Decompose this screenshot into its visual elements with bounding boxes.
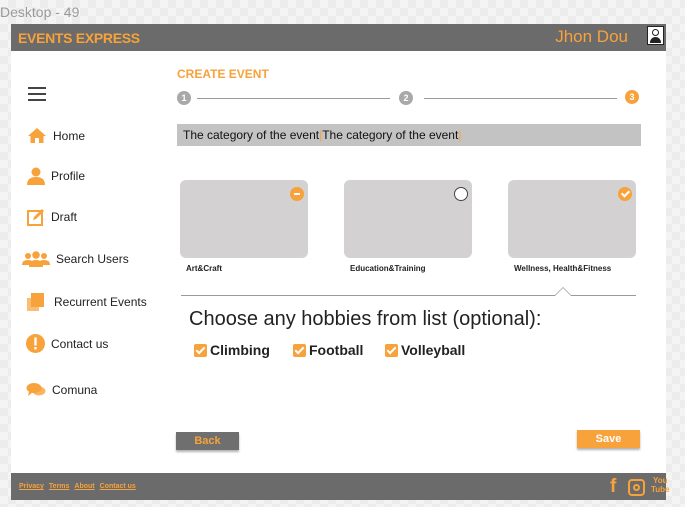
footer: Privacy Terms About Contact us f You Tub… [11,473,670,500]
sidebar-item-label: Home [53,128,86,143]
hobby-label: Climbing [210,342,270,358]
about-link[interactable]: About [74,483,94,490]
avatar-head-icon [652,29,659,36]
sidebar-item-comuna[interactable]: Comuna [26,382,97,398]
chat-icon [26,383,46,396]
step-1[interactable]: 1 [177,91,191,105]
sidebar-item-search-users[interactable]: Search Users [22,251,129,267]
footer-links: Privacy Terms About Contact us [19,483,136,490]
sidebar-item-label: Profile [51,169,86,183]
sidebar-item-label: Search Users [56,252,129,266]
pointer-notch [554,287,572,296]
copy-icon [27,293,44,311]
youtube-icon[interactable]: You Tube [651,476,670,494]
sidebar-item-label: Contact us [51,336,109,351]
avatar-body-icon [650,37,661,43]
category-text: The category of the event|The category o… [183,128,462,142]
category-label: Art&Craft [186,264,222,273]
menu-icon[interactable] [28,87,46,101]
hobby-checkbox-volleyball[interactable]: Volleyball [385,342,465,358]
category-label: Wellness, Health&Fitness [514,264,612,273]
category-card-art-craft[interactable] [180,180,308,258]
instagram-icon[interactable] [628,479,645,496]
sidebar-item-label: Recurrent Events [54,295,147,309]
draft-icon [27,209,44,226]
checkbox-checked-icon[interactable] [293,343,306,357]
alert-icon [26,334,45,353]
brand-logo[interactable]: EVENTS EXPRESS [18,30,140,46]
home-icon [28,128,46,143]
step-connector [197,98,390,99]
sidebar-item-recurrent-events[interactable]: Recurrent Events [26,292,147,312]
sidebar-item-profile[interactable]: Profile [27,167,85,185]
category-label: Education&Training [350,264,426,273]
back-button[interactable]: Back [176,432,239,450]
step-3[interactable]: 3 [625,90,639,104]
sidebar-item-draft[interactable]: Draft [27,208,77,226]
hobbies-title: Choose any hobbies from list (optional): [189,308,542,330]
hobby-label: Volleyball [401,342,466,358]
save-button[interactable]: Save [577,430,640,448]
users-icon [22,251,50,267]
facebook-icon[interactable]: f [610,476,616,498]
app-canvas: EVENTS EXPRESS Jhon Dou Home Profile Dra… [11,24,670,500]
hobby-checkbox-football[interactable]: Football [293,342,363,358]
hobby-checkbox-climbing[interactable]: Climbing [194,342,270,358]
check-icon[interactable] [618,187,632,201]
profile-icon [27,167,45,185]
category-card-education-training[interactable] [344,180,472,258]
contact-us-link[interactable]: Contact us [100,483,136,490]
radio-empty-icon[interactable] [454,187,468,201]
user-name[interactable]: Jhon Dou [555,27,628,47]
checkbox-checked-icon[interactable] [385,343,398,357]
category-card-wellness[interactable] [508,180,636,258]
terms-link[interactable]: Terms [49,483,70,490]
checkbox-checked-icon[interactable] [194,343,207,357]
sidebar-item-label: Comuna [52,383,98,397]
avatar[interactable] [647,26,664,45]
sidebar-item-home[interactable]: Home [27,127,85,144]
sidebar-item-contact-us[interactable]: Contact us [26,334,108,353]
privacy-link[interactable]: Privacy [19,483,44,490]
hobby-label: Football [309,342,364,358]
page-title: CREATE EVENT [177,67,269,81]
partial-select-icon[interactable] [290,187,304,201]
category-field[interactable]: The category of the event|The category o… [177,124,641,146]
top-bar: EVENTS EXPRESS Jhon Dou [11,24,666,51]
frame-title: Desktop - 49 [0,4,80,20]
sidebar-item-label: Draft [51,210,78,224]
step-connector [424,98,617,99]
step-2[interactable]: 2 [399,91,413,105]
